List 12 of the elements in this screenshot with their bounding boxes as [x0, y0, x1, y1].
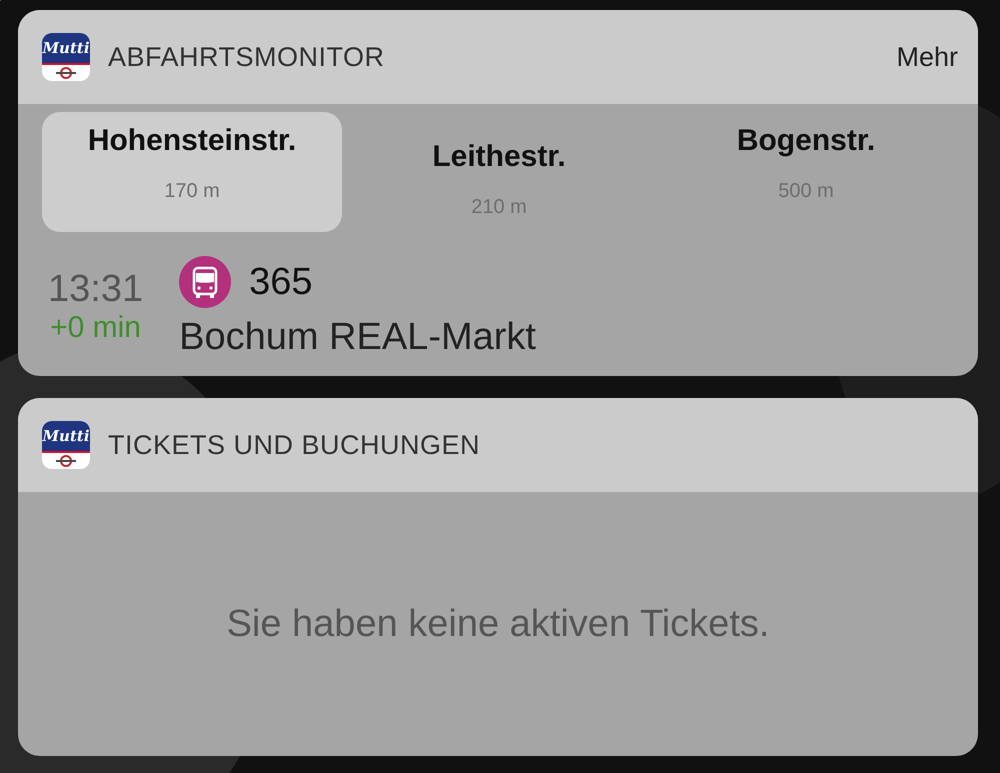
departure-time: 13:31 [48, 268, 144, 311]
app-icon: Mutti [42, 33, 90, 81]
destination-text: Bochum REAL-Markt [179, 316, 536, 359]
bus-icon [179, 256, 232, 308]
line-number: 365 [249, 260, 312, 304]
widget-title: TICKETS UND BUCHUNGEN [108, 430, 482, 460]
stop-tab[interactable]: Hohensteinstr. 170 m [42, 112, 342, 232]
more-link[interactable]: Mehr [896, 42, 958, 72]
app-icon: Mutti [42, 421, 90, 469]
empty-message: Sie haben keine aktiven Tickets. [226, 602, 770, 646]
delay-text: +0 min [50, 311, 141, 345]
widget-title: ABFAHRTSMONITOR [108, 42, 386, 72]
